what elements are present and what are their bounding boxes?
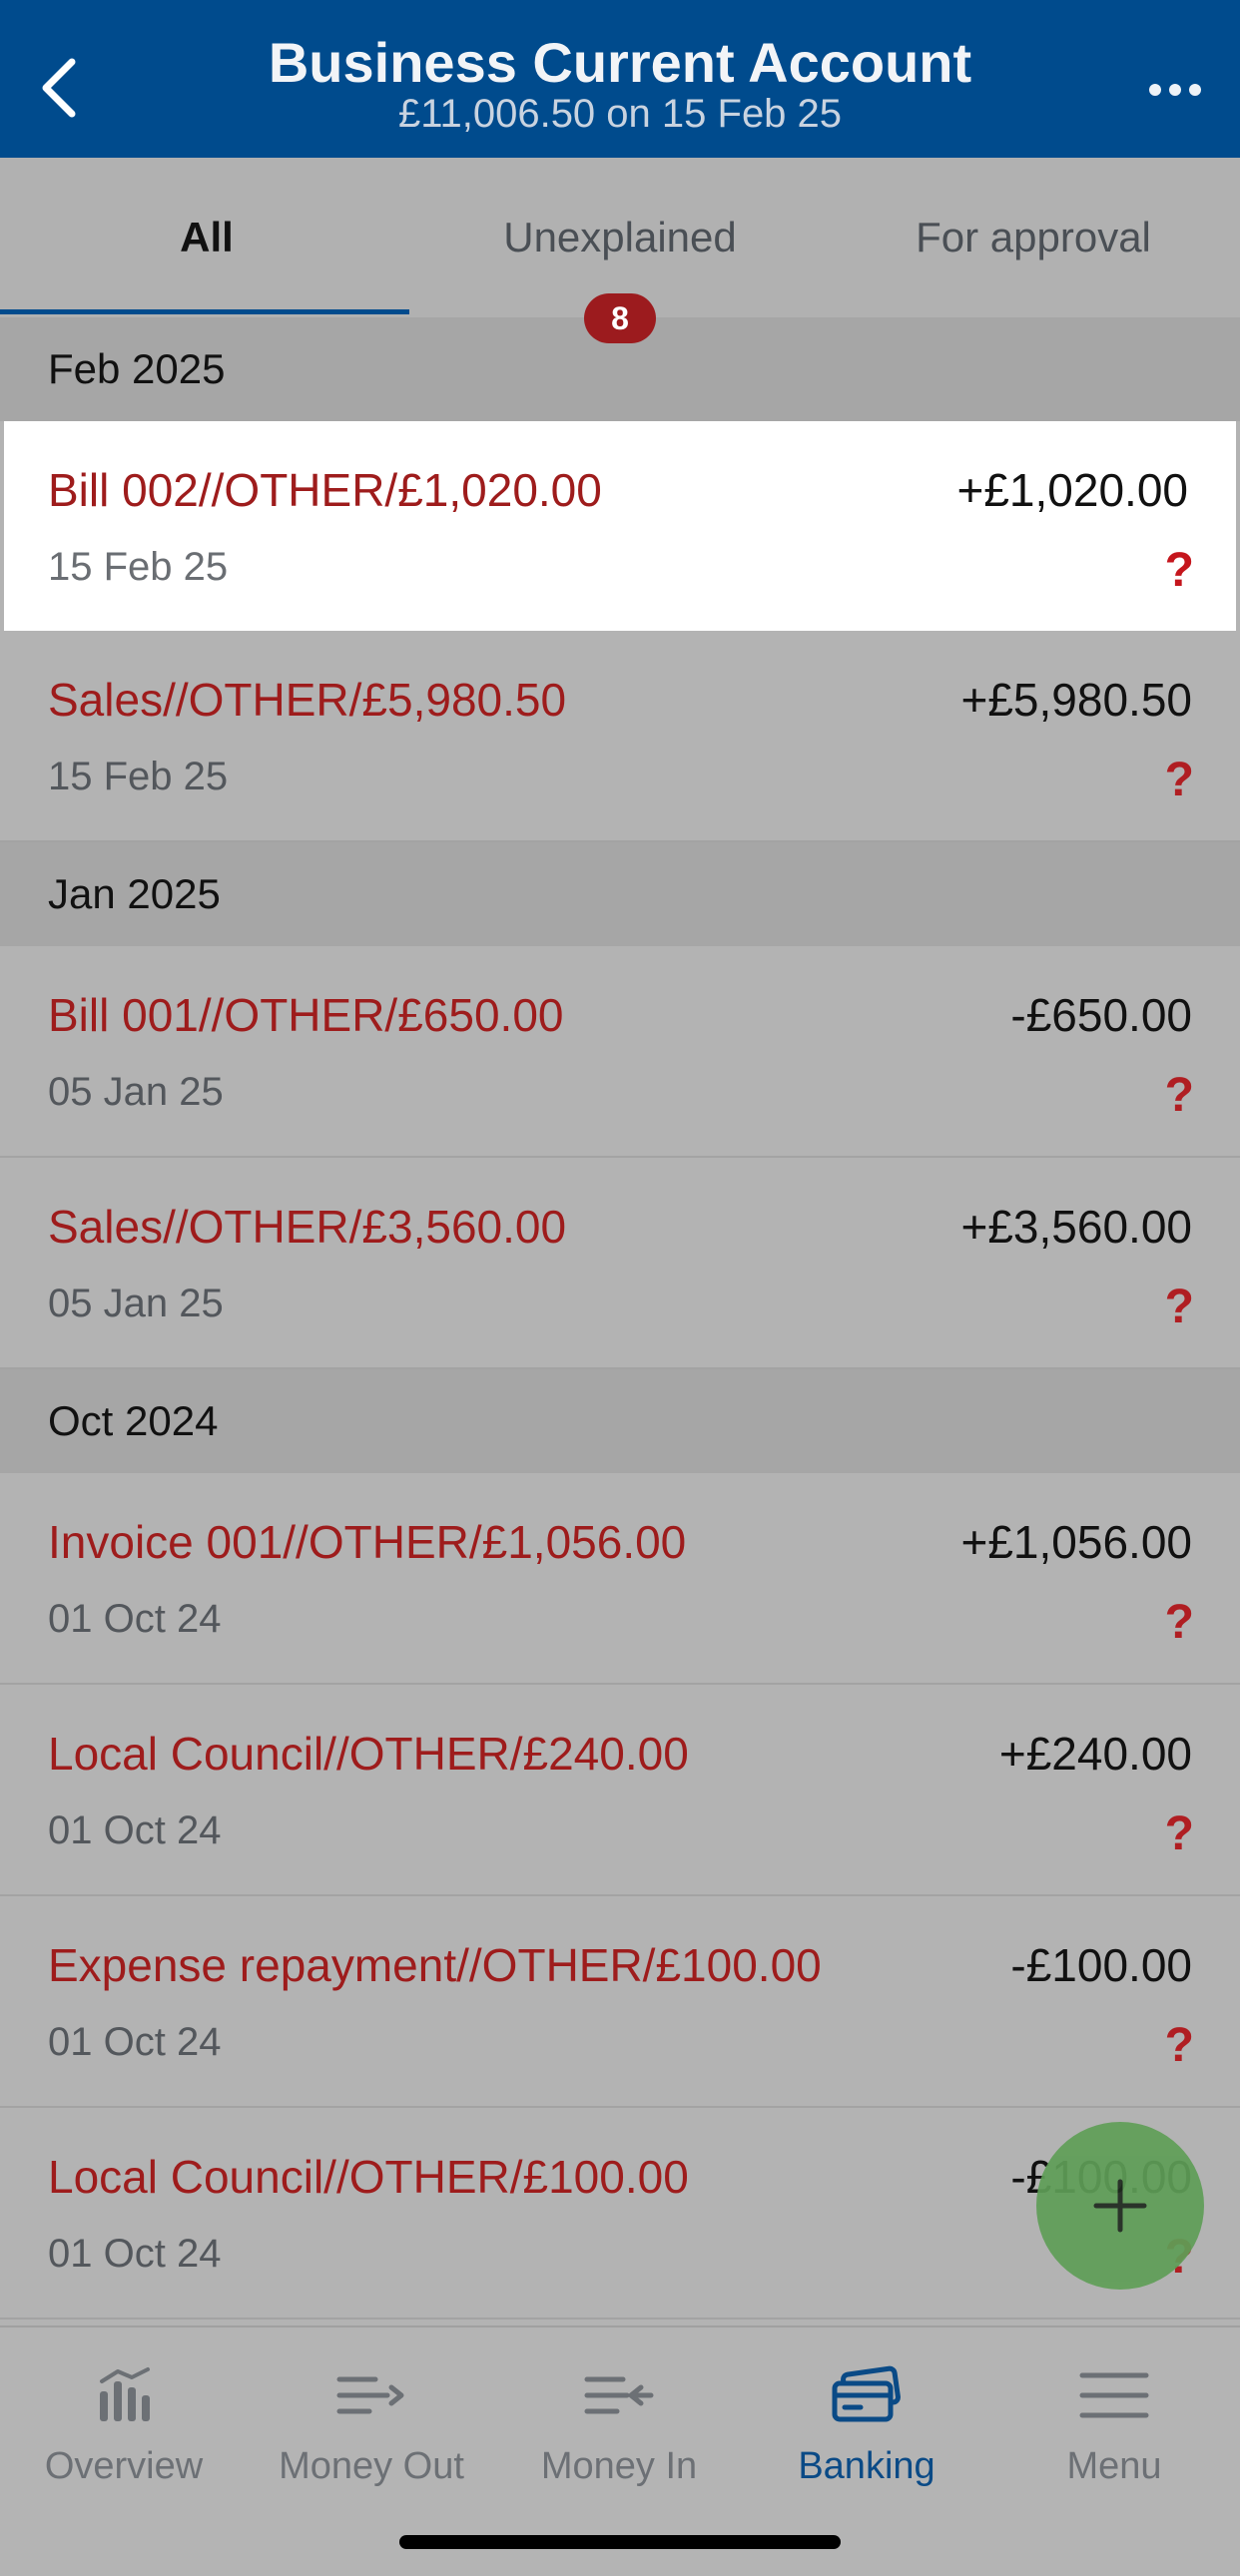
transaction-date: 05 Jan 25 [48, 1282, 224, 1325]
home-indicator [399, 2535, 841, 2549]
transaction-amount: +£240.00 [998, 1728, 1192, 1780]
hamburger-icon [1079, 2372, 1149, 2418]
tab-all[interactable]: All [0, 158, 413, 317]
transaction-title: Expense repayment//OTHER/£100.00 [48, 1939, 822, 1991]
transaction-row[interactable]: Invoice 001//OTHER/£1,056.00 +£1,056.00 … [0, 1473, 1240, 1685]
transaction-title: Local Council//OTHER/£240.00 [48, 1728, 689, 1780]
unexplained-question-icon: ? [1164, 754, 1194, 806]
more-dots-icon [1149, 84, 1161, 96]
transaction-list: Feb 2025 Bill 002//OTHER/£1,020.00 +£1,0… [0, 317, 1240, 2319]
account-balance: £11,006.50 on 15 Feb 25 [397, 92, 843, 136]
nav-overview[interactable]: Overview [0, 2347, 248, 2517]
nav-banking[interactable]: Banking [743, 2347, 990, 2517]
transaction-title: Bill 002//OTHER/£1,020.00 [48, 464, 602, 516]
more-options-button[interactable] [1140, 60, 1210, 120]
bank-card-icon [832, 2365, 901, 2422]
unexplained-question-icon: ? [1164, 1807, 1194, 1860]
transaction-amount: -£650.00 [1010, 989, 1192, 1041]
transaction-amount: +£5,980.50 [960, 674, 1192, 726]
plus-icon [1093, 2179, 1147, 2233]
transaction-row[interactable]: Bill 001//OTHER/£650.00 -£650.00 05 Jan … [0, 946, 1240, 1158]
nav-money-in[interactable]: Money In [495, 2347, 743, 2517]
transaction-date: 01 Oct 24 [48, 2020, 222, 2064]
month-header: Oct 2024 [0, 1369, 1240, 1473]
tab-for-approval[interactable]: For approval [827, 158, 1240, 317]
transaction-row[interactable]: Local Council//OTHER/£240.00 +£240.00 01… [0, 1685, 1240, 1896]
page-title: Business Current Account [268, 31, 972, 94]
transaction-title: Local Council//OTHER/£100.00 [48, 2151, 689, 2203]
transaction-row[interactable]: Sales//OTHER/£3,560.00 +£3,560.00 05 Jan… [0, 1158, 1240, 1369]
money-out-icon [336, 2376, 404, 2414]
transaction-row[interactable]: Expense repayment//OTHER/£100.00 -£100.0… [0, 1896, 1240, 2108]
nav-label: Money In [540, 2445, 698, 2487]
nav-label: Menu [1066, 2445, 1162, 2487]
transaction-title: Sales//OTHER/£3,560.00 [48, 1201, 567, 1253]
nav-money-out[interactable]: Money Out [248, 2347, 495, 2517]
unexplained-question-icon: ? [1164, 1596, 1194, 1649]
transaction-row[interactable]: Sales//OTHER/£5,980.50 +£5,980.50 15 Feb… [0, 631, 1240, 842]
add-transaction-button[interactable] [1036, 2122, 1204, 2290]
transaction-date: 15 Feb 25 [48, 755, 229, 798]
transaction-amount: +£3,560.00 [960, 1201, 1192, 1253]
nav-label: Banking [798, 2445, 935, 2487]
month-header: Jan 2025 [0, 842, 1240, 946]
unexplained-question-icon: ? [1164, 1069, 1194, 1122]
transaction-amount: +£1,056.00 [960, 1516, 1192, 1568]
nav-menu[interactable]: Menu [990, 2347, 1238, 2517]
app-header: Business Current Account £11,006.50 on 1… [0, 0, 1240, 158]
unexplained-question-icon: ? [1164, 1281, 1194, 1333]
unexplained-question-icon: ? [1164, 2019, 1194, 2072]
transaction-title: Bill 001//OTHER/£650.00 [48, 989, 564, 1041]
transaction-amount: -£100.00 [1010, 1939, 1192, 1991]
transaction-title: Sales//OTHER/£5,980.50 [48, 674, 567, 726]
transaction-title: Invoice 001//OTHER/£1,056.00 [48, 1516, 687, 1568]
unexplained-count-badge: 8 [584, 293, 656, 343]
transaction-date: 15 Feb 25 [48, 545, 229, 589]
unexplained-question-icon: ? [1164, 544, 1194, 597]
transaction-date: 01 Oct 24 [48, 2232, 222, 2276]
transaction-date: 01 Oct 24 [48, 1597, 222, 1641]
transaction-date: 01 Oct 24 [48, 1808, 222, 1852]
transaction-amount: +£1,020.00 [956, 464, 1188, 516]
nav-label: Money Out [279, 2445, 464, 2487]
nav-label: Overview [44, 2445, 204, 2487]
bar-chart-icon [100, 2367, 150, 2421]
active-tab-indicator [0, 309, 409, 314]
transaction-date: 05 Jan 25 [48, 1070, 224, 1114]
money-in-icon [584, 2376, 654, 2414]
transaction-row[interactable]: Bill 002//OTHER/£1,020.00 +£1,020.00 15 … [4, 421, 1236, 631]
